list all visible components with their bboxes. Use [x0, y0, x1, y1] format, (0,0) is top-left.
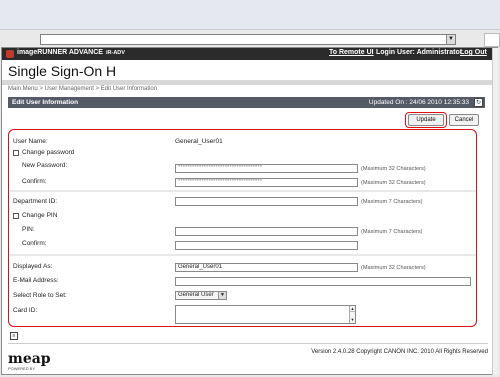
change-pin-checkbox[interactable] [13, 213, 19, 219]
pin-confirm-input[interactable] [175, 241, 358, 250]
pin-confirm-label: Confirm: [22, 240, 47, 247]
pin-input[interactable] [175, 227, 358, 236]
meap-logo-sub: POWERED BY [8, 366, 36, 371]
vertical-scrollbar[interactable] [492, 48, 498, 375]
scroll-down-icon[interactable]: ▼ [350, 317, 355, 323]
window-control[interactable] [484, 33, 500, 47]
email-input[interactable] [175, 277, 471, 286]
displayed-as-hint: (Maximum 32 Characters) [361, 265, 426, 271]
refresh-icon[interactable]: ↻ [474, 98, 483, 107]
new-password-hint: (Maximum 32 Characters) [361, 166, 426, 172]
change-password-label: Change password [22, 149, 75, 156]
department-input[interactable] [175, 197, 358, 206]
meap-logo: meap [8, 351, 51, 367]
section-title: Edit User Information [12, 98, 79, 106]
footer-divider [8, 343, 488, 344]
displayed-as-input[interactable]: General_User01 [175, 263, 358, 272]
canon-logo-icon [6, 50, 14, 58]
model-name: iR-ADV [106, 50, 125, 56]
department-label: Department ID: [13, 198, 58, 205]
department-hint: (Maximum 7 Characters) [361, 199, 423, 205]
scroll-top-icon[interactable]: ≡ [10, 332, 18, 340]
logout-link[interactable]: Log Out [460, 49, 487, 56]
card-id-textarea[interactable]: ▲ ▼ [175, 305, 356, 324]
textarea-scrollbar[interactable]: ▲ ▼ [349, 306, 355, 323]
change-pin-label: Change PIN [22, 212, 58, 219]
address-dropdown[interactable]: ▼ [40, 34, 456, 45]
card-id-label: Card ID: [13, 307, 38, 314]
role-select-value: General User [178, 292, 214, 298]
user-name-label: User Name: [13, 138, 48, 145]
section-header: Edit User Information Updated On : 24/06… [8, 97, 485, 108]
chevron-down-icon: ▼ [218, 292, 226, 299]
user-name-value: General_User01 [175, 138, 223, 145]
breadcrumb: Main Menu > User Management > Edit User … [8, 86, 158, 92]
login-user: Login User: Administrator [376, 49, 463, 56]
divider [10, 190, 476, 192]
updated-on: Updated On : 24/06 2010 12:35:33 [368, 98, 469, 106]
update-button[interactable]: Update [408, 114, 444, 126]
pin-hint: (Maximum 7 Characters) [361, 229, 423, 235]
confirm-password-label: Confirm: [22, 178, 47, 185]
title-band [2, 80, 492, 85]
divider [10, 254, 476, 256]
browser-toolbar [0, 0, 500, 30]
role-label: Select Role to Set: [13, 292, 67, 299]
pin-label: PIN: [22, 226, 35, 233]
new-password-label: New Password: [22, 162, 68, 169]
cancel-button[interactable]: Cancel [449, 114, 479, 126]
role-select[interactable]: General User ▼ [175, 291, 227, 300]
confirm-password-input[interactable]: ************************************ [175, 178, 358, 187]
top-header: imageRUNNER ADVANCE iR-ADV To Remote UI … [2, 48, 492, 60]
scroll-up-icon[interactable]: ▲ [350, 306, 355, 312]
chevron-down-icon[interactable]: ▼ [446, 35, 455, 44]
displayed-as-label: Displayed As: [13, 263, 53, 270]
email-label: E-Mail Address: [13, 277, 59, 284]
product-name: imageRUNNER ADVANCE [17, 49, 103, 56]
new-password-input[interactable]: ************************************ [175, 164, 358, 173]
copyright: Version 2.4.0.28 Copyright CANON INC. 20… [311, 349, 488, 355]
confirm-password-hint: (Maximum 32 Characters) [361, 180, 426, 186]
app-title: Single Sign-On H [8, 63, 117, 79]
remote-ui-link[interactable]: To Remote UI [329, 49, 374, 56]
change-password-checkbox[interactable] [13, 150, 19, 156]
